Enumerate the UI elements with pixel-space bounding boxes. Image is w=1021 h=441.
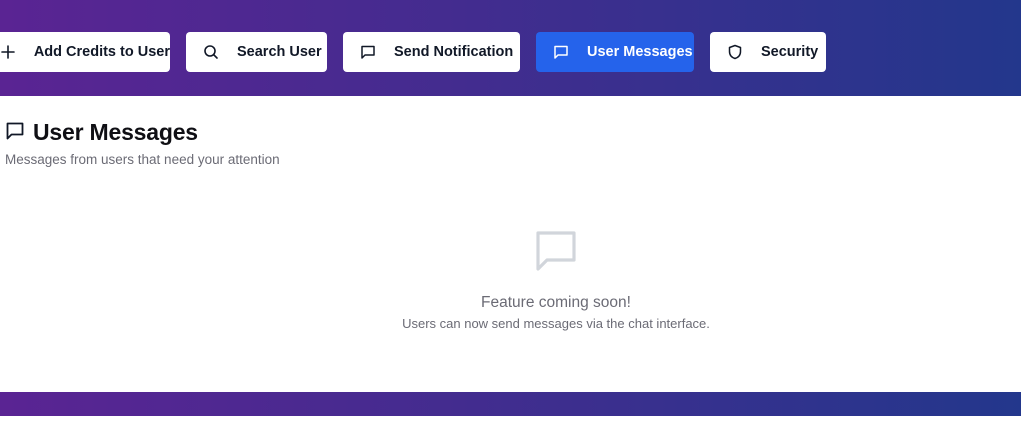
message-square-icon [553, 44, 569, 60]
tab-security[interactable]: Security [710, 32, 826, 72]
message-square-icon [534, 228, 578, 272]
shield-icon [727, 44, 743, 60]
tab-user-messages[interactable]: User Messages [536, 32, 694, 72]
page-title: User Messages [33, 119, 198, 145]
page-subtitle: Messages from users that need your atten… [5, 152, 280, 167]
tab-label: User Messages [587, 44, 693, 60]
message-square-icon [360, 44, 376, 60]
title-row: User Messages [5, 119, 280, 146]
section-header: User Messages Messages from users that n… [5, 119, 280, 167]
search-icon [203, 44, 219, 60]
tab-label: Send Notification [394, 44, 514, 60]
plus-icon [0, 44, 16, 60]
tab-send-notification[interactable]: Send Notification [343, 32, 520, 72]
message-square-icon [5, 121, 25, 141]
empty-state: Feature coming soon! Users can now send … [356, 228, 756, 331]
tab-label: Security [761, 44, 819, 60]
admin-header: Add Credits to User Search User Send Not… [0, 0, 1021, 96]
footer-bar [0, 392, 1021, 416]
tab-search-user[interactable]: Search User [186, 32, 327, 72]
tab-label: Search User [237, 44, 322, 60]
tab-add-credits[interactable]: Add Credits to User [0, 32, 170, 72]
tab-label: Add Credits to User [33, 44, 170, 60]
empty-state-title: Feature coming soon! [481, 294, 631, 311]
empty-state-text: Users can now send messages via the chat… [402, 316, 710, 331]
